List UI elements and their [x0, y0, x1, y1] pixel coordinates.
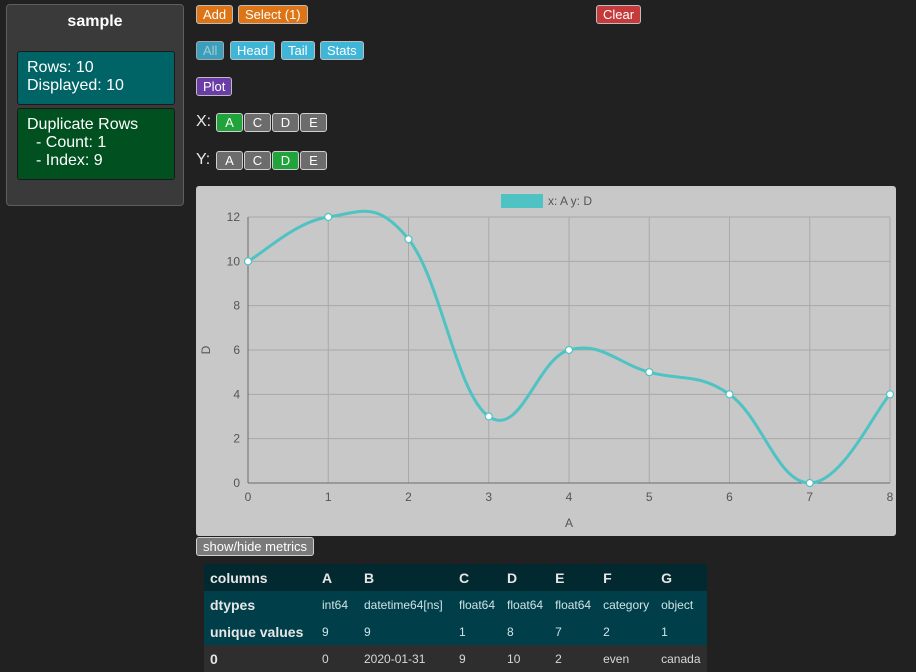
- x-option-c[interactable]: C: [244, 113, 271, 132]
- y-option-a[interactable]: A: [216, 151, 243, 170]
- dtype-cell: datetime64[ns]: [364, 597, 443, 612]
- dtype-cell: category: [603, 597, 650, 612]
- row-count-box: Rows: 10 Displayed: 10: [17, 51, 175, 105]
- data-point: [725, 390, 734, 399]
- data-table: columns A B C D E F G dtypes int64 datet…: [204, 564, 707, 672]
- unique-cell: 9: [322, 624, 329, 639]
- table-cell: 9: [459, 651, 466, 666]
- y-axis-label: D: [199, 345, 213, 354]
- dtypes-row: dtypes int64 datetime64[ns] float64 floa…: [204, 591, 707, 618]
- dtype-cell: int64: [322, 597, 349, 612]
- dtype-cell: float64: [459, 597, 496, 612]
- x-tick-label: 8: [887, 490, 894, 504]
- table-cell: canada: [661, 651, 701, 666]
- all-button[interactable]: All: [196, 41, 225, 60]
- data-point: [324, 212, 333, 222]
- column-header: A: [322, 569, 333, 586]
- unique-cell: 1: [661, 624, 668, 639]
- column-header: G: [661, 569, 673, 586]
- x-tick-label: 2: [405, 490, 412, 504]
- x-tick-label: 4: [566, 490, 573, 504]
- head-button[interactable]: Head: [230, 41, 276, 60]
- data-point: [564, 345, 574, 355]
- column-header: F: [603, 569, 612, 586]
- duplicate-index: - Index: 9: [36, 152, 103, 169]
- legend-label: x: A y: D: [548, 194, 592, 208]
- x-tick-label: 7: [806, 490, 813, 504]
- y-tick-label: 0: [233, 476, 240, 490]
- x-axis-selector-label: X:: [196, 113, 212, 130]
- unique-cell: 8: [507, 624, 514, 639]
- column-header: B: [364, 569, 375, 586]
- duplicate-rows-title: Duplicate Rows: [27, 116, 139, 133]
- dtype-cell: float64: [507, 597, 544, 612]
- duplicate-rows-box: Duplicate Rows - Count: 1 - Index: 9: [17, 108, 175, 180]
- show-hide-metrics-button[interactable]: show/hide metrics: [196, 537, 315, 556]
- x-tick-label: 5: [646, 490, 653, 504]
- displayed-count: Displayed: 10: [27, 77, 124, 94]
- x-option-a[interactable]: A: [216, 113, 243, 132]
- rows-count: Rows: 10: [27, 59, 94, 76]
- legend-swatch: [501, 194, 543, 208]
- dataset-title: sample: [67, 13, 123, 30]
- column-header: D: [507, 569, 518, 586]
- dtype-cell: object: [661, 597, 694, 612]
- table-cell: even: [603, 651, 630, 666]
- table-row: 0 0 2020-01-31 9 10 2 even canada: [204, 645, 707, 672]
- x-option-e[interactable]: E: [300, 113, 327, 132]
- column-header: E: [555, 569, 565, 586]
- unique-cell: 9: [364, 624, 371, 639]
- line-chart: 0 1 2 3 4 5 6 7 8024681012ADx: A y: D: [199, 194, 895, 530]
- data-point: [645, 368, 654, 377]
- table-cell: 0: [322, 651, 329, 666]
- clear-button[interactable]: Clear: [596, 5, 642, 24]
- column-header: C: [459, 569, 470, 586]
- table-cell: 10: [507, 651, 521, 666]
- unique-cell: 1: [459, 624, 466, 639]
- y-tick-label: 2: [233, 432, 240, 446]
- unique-values-label: unique values: [210, 623, 304, 640]
- data-point: [805, 478, 814, 488]
- x-axis-label: A: [565, 516, 573, 530]
- y-tick-label: 4: [233, 387, 240, 401]
- y-axis-selector-label: Y:: [196, 151, 211, 168]
- x-option-d[interactable]: D: [272, 113, 299, 132]
- table-cell: 2: [555, 651, 562, 666]
- data-point: [243, 257, 253, 266]
- select-button[interactable]: Select (1): [238, 5, 308, 24]
- y-tick-label: 12: [227, 210, 241, 224]
- add-button[interactable]: Add: [196, 5, 234, 24]
- y-tick-label: 10: [227, 254, 241, 268]
- dtype-cell: float64: [555, 597, 592, 612]
- y-tick-label: 6: [233, 343, 240, 357]
- columns-header-label: columns: [210, 569, 268, 586]
- table-cell: 2020-01-31: [364, 651, 426, 666]
- data-point: [404, 235, 413, 244]
- line-chart-panel: 0 1 2 3 4 5 6 7 8 0 2 4 6 8 10 12 A Dx: A y: D: [196, 186, 896, 536]
- unique-cell: 2: [603, 624, 610, 639]
- unique-cell: 7: [555, 624, 562, 639]
- plot-button[interactable]: Plot: [196, 77, 233, 96]
- tail-button[interactable]: Tail: [281, 41, 315, 60]
- x-tick-label: 1: [325, 490, 332, 504]
- row-index: 0: [210, 650, 218, 667]
- dtypes-label: dtypes: [210, 596, 256, 613]
- x-tick-label: 6: [726, 490, 733, 504]
- y-tick-label: 8: [233, 299, 240, 313]
- duplicate-count: - Count: 1: [36, 134, 107, 151]
- x-tick-label: 3: [485, 490, 492, 504]
- data-point: [484, 412, 493, 421]
- y-option-e[interactable]: E: [300, 151, 327, 170]
- table-header-row: columns A B C D E F G: [204, 564, 707, 591]
- unique-values-row: unique values 9 9 1 8 7 2 1: [204, 618, 707, 645]
- stats-button[interactable]: Stats: [320, 41, 364, 60]
- data-point: [885, 390, 895, 399]
- x-tick-label: 0: [245, 490, 252, 504]
- sidebar-panel: sample Rows: 10 Displayed: 10 Duplicate …: [6, 4, 184, 206]
- y-option-d[interactable]: D: [272, 151, 299, 170]
- y-option-c[interactable]: C: [244, 151, 271, 170]
